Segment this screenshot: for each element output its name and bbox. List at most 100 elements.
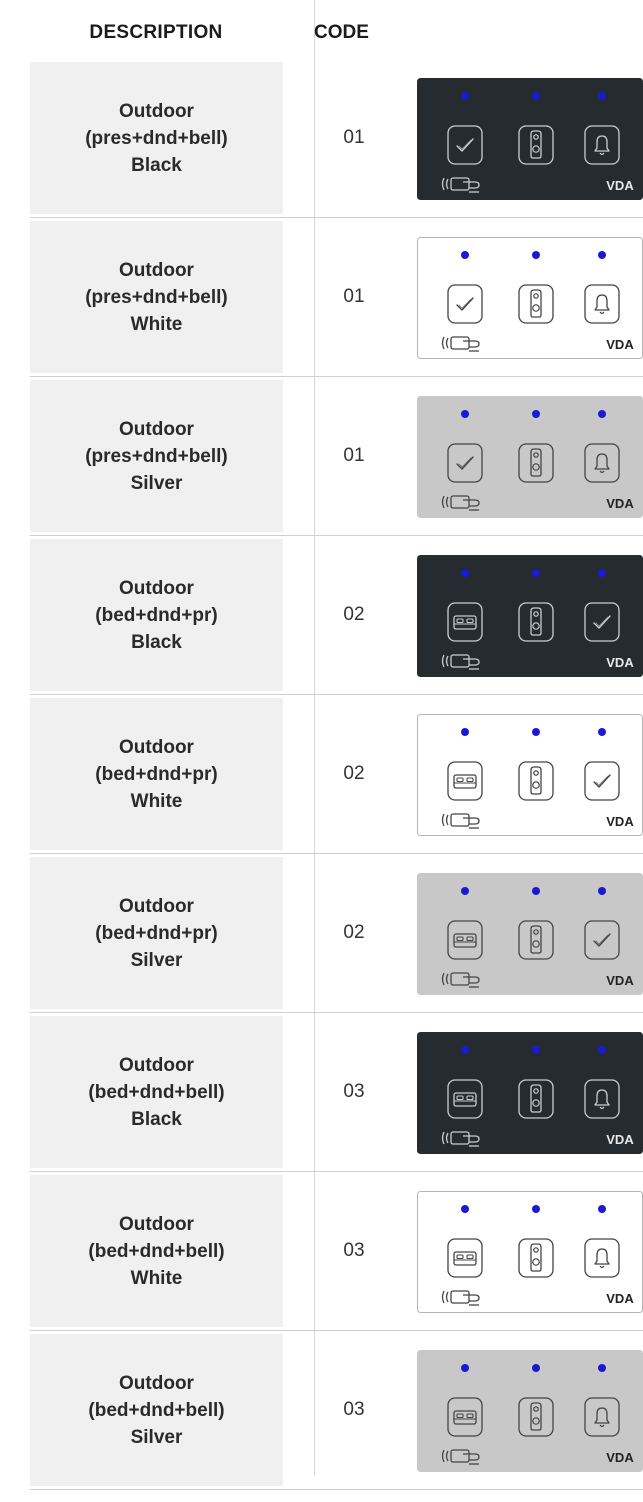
row-divider [30,694,643,695]
led-indicator [461,1046,469,1054]
row-divider [30,1489,643,1490]
led-indicator [598,251,606,259]
table-row: Outdoor (bed+dnd+bell) Black 03 VDA [30,1016,643,1173]
code-cell: 03 [343,1081,365,1102]
led-indicator [532,251,540,259]
row-divider [30,535,643,536]
product-functions: (bed+dnd+bell) [88,1081,225,1103]
row-divider [30,217,643,218]
led-indicator [598,887,606,895]
table-row: Outdoor (bed+dnd+pr) Black 02 VDA [30,539,643,696]
description-text: Outdoor (pres+dnd+bell) Silver [30,380,283,532]
product-type: Outdoor [119,1054,194,1076]
description-text: Outdoor (bed+dnd+pr) White [30,698,283,850]
table-row: Outdoor (pres+dnd+bell) Silver 01 VDA [30,380,643,537]
description-text: Outdoor (pres+dnd+bell) Black [30,62,283,214]
product-functions: (bed+dnd+bell) [88,1240,225,1262]
led-indicator [532,569,540,577]
table-row: Outdoor (pres+dnd+bell) White 01 VDA [30,221,643,378]
table-row: Outdoor (bed+dnd+bell) White 03 VDA [30,1175,643,1332]
product-type: Outdoor [119,100,194,122]
led-indicator [461,410,469,418]
product-image: VDA [417,1032,643,1154]
product-functions: (bed+dnd+pr) [95,922,218,944]
led-indicator [532,887,540,895]
product-functions: (pres+dnd+bell) [85,445,228,467]
vda-logo: VDA [606,973,634,988]
led-indicator [461,728,469,736]
led-indicator [532,410,540,418]
product-finish: Black [131,154,182,176]
product-functions: (pres+dnd+bell) [85,286,228,308]
led-indicator [532,1046,540,1054]
vda-logo: VDA [606,1450,634,1465]
led-indicator [532,92,540,100]
code-cell: 02 [343,604,365,625]
table-row: Outdoor (bed+dnd+pr) White 02 VDA [30,698,643,855]
code-cell: 03 [343,1240,365,1261]
led-indicator [461,1364,469,1372]
led-indicator [598,92,606,100]
row-divider [30,1012,643,1013]
vda-logo: VDA [606,496,634,511]
product-finish: White [130,313,183,335]
led-indicator [598,728,606,736]
led-indicator [598,569,606,577]
product-finish: Silver [130,1426,183,1448]
product-type: Outdoor [119,736,194,758]
table-row: Outdoor (bed+dnd+bell) Silver 03 VDA [30,1334,643,1491]
product-finish: Black [131,631,182,653]
product-type: Outdoor [119,895,194,917]
product-finish: White [130,1267,183,1289]
product-finish: Silver [130,472,183,494]
description-text: Outdoor (pres+dnd+bell) White [30,221,283,373]
vda-logo: VDA [606,178,634,193]
product-image: VDA [417,1191,643,1313]
product-type: Outdoor [119,1213,194,1235]
led-indicator [598,1205,606,1213]
description-text: Outdoor (bed+dnd+pr) Silver [30,857,283,1009]
led-indicator [598,1046,606,1054]
led-indicator [461,569,469,577]
header-description: DESCRIPTION [89,22,223,43]
table-row: Outdoor (pres+dnd+bell) Black 01 VDA [30,62,643,219]
code-cell: 03 [343,1399,365,1420]
led-indicator [461,251,469,259]
product-image: VDA [417,237,643,359]
product-image: VDA [417,1350,643,1472]
led-indicator [461,887,469,895]
row-divider [30,1171,643,1172]
product-finish: Silver [130,949,183,971]
product-functions: (bed+dnd+pr) [95,604,218,626]
product-image: VDA [417,555,643,677]
code-cell: 01 [343,127,365,148]
vda-logo: VDA [606,814,634,829]
product-image: VDA [417,78,643,200]
code-cell: 01 [343,286,365,307]
product-image: VDA [417,714,643,836]
code-cell: 01 [343,445,365,466]
product-finish: Black [131,1108,182,1130]
row-divider [30,1330,643,1331]
led-indicator [598,1364,606,1372]
led-indicator [461,1205,469,1213]
code-cell: 02 [343,763,365,784]
product-finish: White [130,790,183,812]
product-functions: (pres+dnd+bell) [85,127,228,149]
led-indicator [461,92,469,100]
row-divider [30,376,643,377]
header-code: CODE [314,22,369,43]
product-type: Outdoor [119,259,194,281]
product-image: VDA [417,396,643,518]
product-image: VDA [417,873,643,995]
description-text: Outdoor (bed+dnd+bell) Black [30,1016,283,1168]
product-type: Outdoor [119,1372,194,1394]
table-header: DESCRIPTION CODE [30,0,643,62]
code-cell: 02 [343,922,365,943]
description-text: Outdoor (bed+dnd+bell) White [30,1175,283,1327]
vda-logo: VDA [606,655,634,670]
product-functions: (bed+dnd+bell) [88,1399,225,1421]
description-text: Outdoor (bed+dnd+bell) Silver [30,1334,283,1486]
product-type: Outdoor [119,418,194,440]
led-indicator [532,1364,540,1372]
